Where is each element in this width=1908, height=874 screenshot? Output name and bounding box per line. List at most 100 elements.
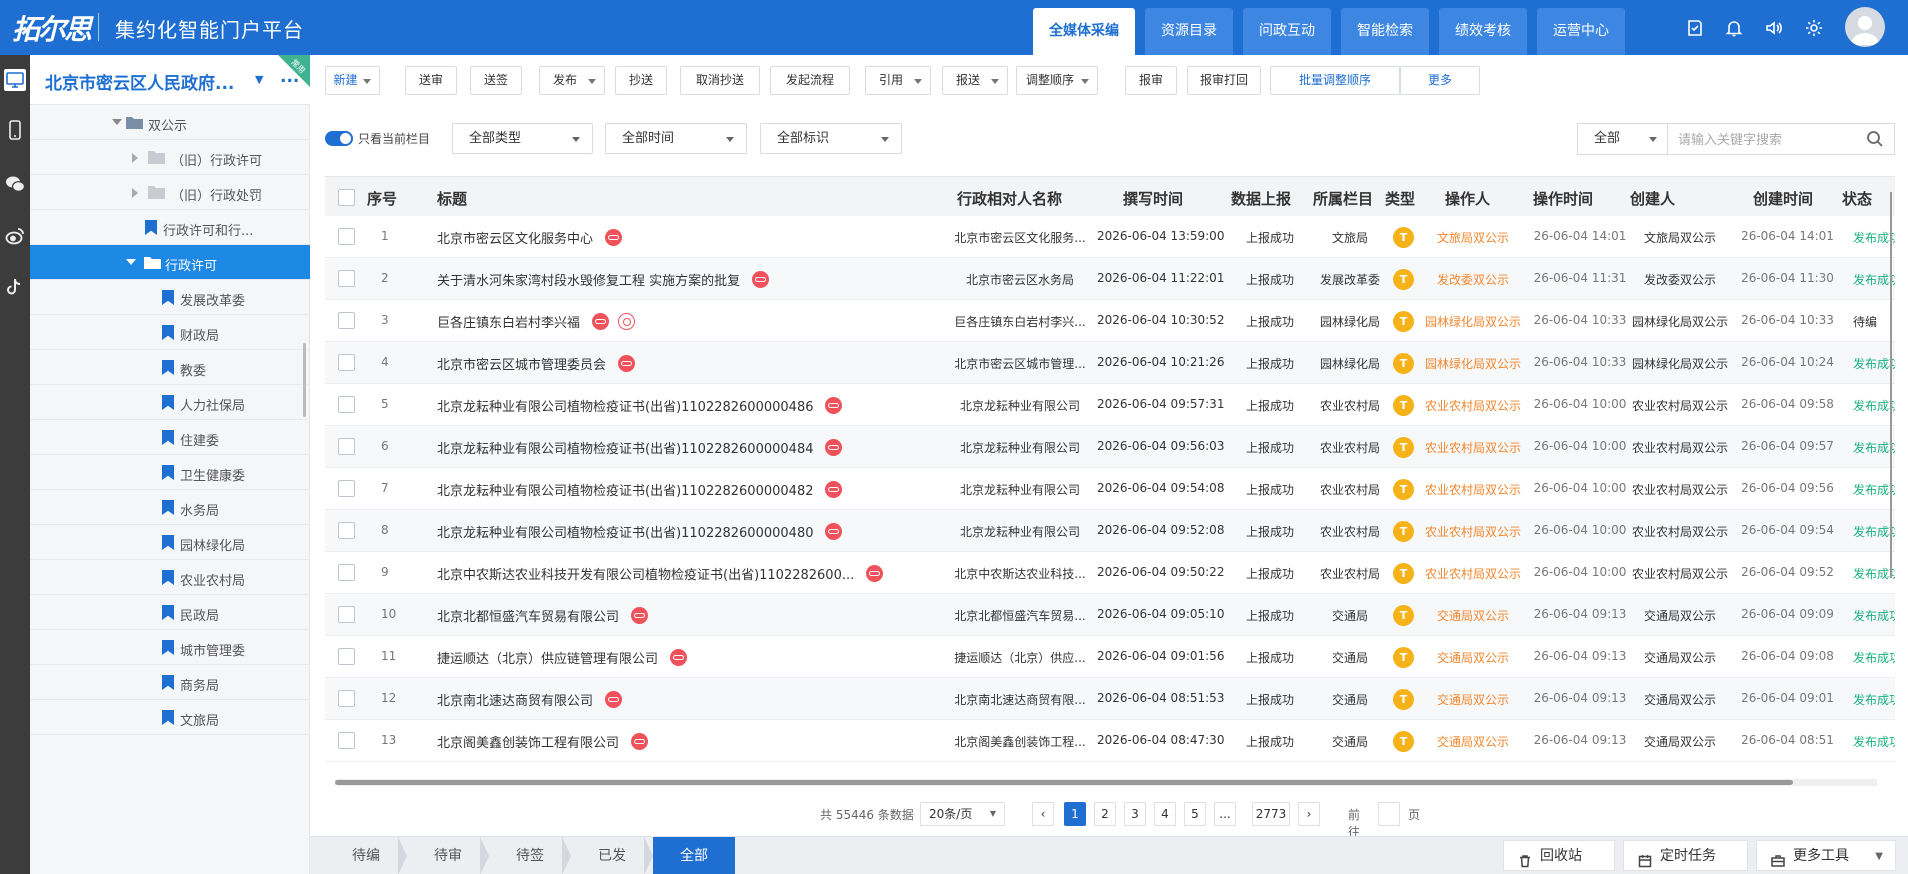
- tree-node[interactable]: （旧）行政许可: [30, 140, 310, 175]
- weibo-icon[interactable]: [4, 225, 26, 247]
- table-row[interactable]: 8 北京龙耘种业有限公司植物检疫证书(出省)1102282600000480 北京龙…: [325, 510, 1895, 552]
- toolbar-button-7[interactable]: 发起流程: [770, 66, 850, 95]
- site-icon[interactable]: [4, 69, 26, 91]
- row-title[interactable]: 北京市密云区文化服务中心: [437, 228, 593, 247]
- row-title[interactable]: 北京龙耘种业有限公司植物检疫证书(出省)1102282600000482: [437, 480, 813, 499]
- row-operator[interactable]: 交通局双公示: [1418, 691, 1528, 708]
- row-checkbox[interactable]: [338, 438, 355, 455]
- scheduled-tasks-button[interactable]: 定时任务: [1623, 840, 1748, 871]
- toolbar-button-8[interactable]: 引用: [865, 66, 931, 95]
- toolbar-button-6[interactable]: 取消抄送: [680, 66, 760, 95]
- tree-node[interactable]: 教委: [30, 350, 310, 385]
- row-operator[interactable]: 园林绿化局双公示: [1418, 313, 1528, 330]
- row-operator[interactable]: 农业农村局双公示: [1418, 397, 1528, 414]
- current-column-toggle[interactable]: [325, 131, 353, 146]
- row-title[interactable]: 北京北都恒盛汽车贸易有限公司: [437, 606, 619, 625]
- table-row[interactable]: 9 北京中农斯达农业科技开发有限公司植物检疫证书(出省)1102282600...…: [325, 552, 1895, 594]
- row-checkbox[interactable]: [338, 228, 355, 245]
- tasks-icon[interactable]: [1685, 18, 1705, 38]
- chevron-down-icon[interactable]: [112, 119, 122, 125]
- row-title[interactable]: 北京中农斯达农业科技开发有限公司植物检疫证书(出省)1102282600...: [437, 564, 854, 583]
- chevron-down-icon[interactable]: [126, 259, 136, 265]
- toolbar-button-14[interactable]: 更多: [1400, 66, 1480, 95]
- toolbar-button-1[interactable]: 新建: [325, 66, 380, 95]
- row-title[interactable]: 北京龙耘种业有限公司植物检疫证书(出省)1102282600000480: [437, 522, 813, 541]
- row-checkbox[interactable]: [338, 480, 355, 497]
- row-checkbox[interactable]: [338, 648, 355, 665]
- row-checkbox[interactable]: [338, 396, 355, 413]
- row-operator[interactable]: 交通局双公示: [1418, 733, 1528, 750]
- page-button[interactable]: 3: [1124, 802, 1146, 826]
- tree-node[interactable]: 住建委: [30, 420, 310, 455]
- table-horizontal-scrollbar[interactable]: [335, 779, 1877, 786]
- tree-node[interactable]: 文旅局: [30, 700, 310, 735]
- row-checkbox[interactable]: [338, 522, 355, 539]
- table-row[interactable]: 5 北京龙耘种业有限公司植物检疫证书(出省)1102282600000486 北京龙…: [325, 384, 1895, 426]
- row-title[interactable]: 北京龙耘种业有限公司植物检疫证书(出省)1102282600000484: [437, 438, 813, 457]
- tab-3[interactable]: 问政互动: [1243, 8, 1331, 55]
- status-tab-5[interactable]: 全部: [653, 837, 735, 874]
- row-operator[interactable]: 农业农村局双公示: [1418, 439, 1528, 456]
- toolbar-button-9[interactable]: 报送: [942, 66, 1008, 95]
- row-title[interactable]: 北京市密云区城市管理委员会: [437, 354, 606, 373]
- page-button[interactable]: 1: [1064, 802, 1086, 826]
- chevron-right-icon[interactable]: [132, 153, 138, 163]
- mobile-icon[interactable]: [4, 119, 26, 141]
- row-title[interactable]: 关于清水河朱家湾村段水毁修复工程 实施方案的批复: [437, 270, 740, 289]
- goto-page-input[interactable]: [1378, 802, 1400, 826]
- page-button[interactable]: 2: [1094, 802, 1116, 826]
- row-checkbox[interactable]: [338, 564, 355, 581]
- tree-node[interactable]: 双公示: [30, 105, 310, 140]
- toolbar-button-2[interactable]: 送审: [405, 66, 457, 95]
- page-button[interactable]: 5: [1184, 802, 1206, 826]
- tree-node[interactable]: 财政局: [30, 315, 310, 350]
- table-row[interactable]: 2 关于清水河朱家湾村段水毁修复工程 实施方案的批复 北京市密云区水务局 2026-0…: [325, 258, 1895, 300]
- table-row[interactable]: 10 北京北都恒盛汽车贸易有限公司 北京北都恒盛汽车贸易... 2026-06-04 …: [325, 594, 1895, 636]
- recycle-bin-button[interactable]: 回收站: [1503, 840, 1615, 871]
- tree-node[interactable]: 行政许可和行...: [30, 210, 310, 245]
- tree-node[interactable]: （旧）行政处罚: [30, 175, 310, 210]
- chevron-right-icon[interactable]: [132, 188, 138, 198]
- page-button[interactable]: 2773: [1252, 802, 1290, 826]
- tree-node[interactable]: 商务局: [30, 665, 310, 700]
- table-row[interactable]: 11 捷运顺达（北京）供应链管理有限公司 捷运顺达（北京）供应... 2026-06-…: [325, 636, 1895, 678]
- more-tools-button[interactable]: 更多工具 ▼: [1756, 840, 1896, 871]
- tiktok-icon[interactable]: [4, 276, 26, 298]
- page-button[interactable]: 4: [1154, 802, 1176, 826]
- table-row[interactable]: 7 北京龙耘种业有限公司植物检疫证书(出省)1102282600000482 北京龙…: [325, 468, 1895, 510]
- tree-node[interactable]: 农业农村局: [30, 560, 310, 595]
- tab-2[interactable]: 资源目录: [1145, 8, 1233, 55]
- toolbar-button-13[interactable]: 批量调整顺序: [1270, 66, 1400, 95]
- toolbar-button-11[interactable]: 报审: [1125, 66, 1177, 95]
- row-checkbox[interactable]: [338, 270, 355, 287]
- status-tab-3[interactable]: 待签: [489, 837, 571, 874]
- site-selector[interactable]: 北京市密云区人民政府... ▼ ...: [30, 55, 310, 105]
- row-operator[interactable]: 农业农村局双公示: [1418, 481, 1528, 498]
- avatar[interactable]: [1845, 7, 1885, 47]
- table-row[interactable]: 12 北京南北速达商贸有限公司 北京南北速达商贸有限... 2026-06-04 08…: [325, 678, 1895, 720]
- toolbar-button-4[interactable]: 发布: [539, 66, 605, 95]
- tab-6[interactable]: 运营中心: [1537, 8, 1625, 55]
- row-title[interactable]: 北京阁美鑫创装饰工程有限公司: [437, 732, 619, 751]
- caret-down-icon[interactable]: ▼: [255, 73, 263, 86]
- tree-node[interactable]: 城市管理委: [30, 630, 310, 665]
- row-operator[interactable]: 农业农村局双公示: [1418, 523, 1528, 540]
- row-operator[interactable]: 农业农村局双公示: [1418, 565, 1528, 582]
- tree-node[interactable]: 行政许可: [30, 245, 310, 280]
- row-operator[interactable]: 发改委双公示: [1418, 271, 1528, 288]
- table-row[interactable]: 3 巨各庄镇东白岩村李兴福 巨各庄镇东白岩村李兴... 2026-06-04 10:3…: [325, 300, 1895, 342]
- tree-node[interactable]: 园林绿化局: [30, 525, 310, 560]
- table-row[interactable]: 6 北京龙耘种业有限公司植物检疫证书(出省)1102282600000484 北京龙…: [325, 426, 1895, 468]
- tree-node[interactable]: 卫生健康委: [30, 455, 310, 490]
- row-checkbox[interactable]: [338, 312, 355, 329]
- status-tab-2[interactable]: 待审: [407, 837, 489, 874]
- row-title[interactable]: 北京龙耘种业有限公司植物检疫证书(出省)1102282600000486: [437, 396, 813, 415]
- page-button[interactable]: ...: [1214, 802, 1236, 826]
- prev-page-icon[interactable]: ‹: [1032, 802, 1054, 826]
- row-operator[interactable]: 文旅局双公示: [1418, 229, 1528, 246]
- row-title[interactable]: 北京南北速达商贸有限公司: [437, 690, 593, 709]
- tree-scrollbar[interactable]: [303, 343, 306, 417]
- table-vertical-scrollbar[interactable]: [1890, 192, 1892, 578]
- tab-1[interactable]: 全媒体采编: [1033, 8, 1135, 55]
- row-title[interactable]: 捷运顺达（北京）供应链管理有限公司: [437, 648, 658, 667]
